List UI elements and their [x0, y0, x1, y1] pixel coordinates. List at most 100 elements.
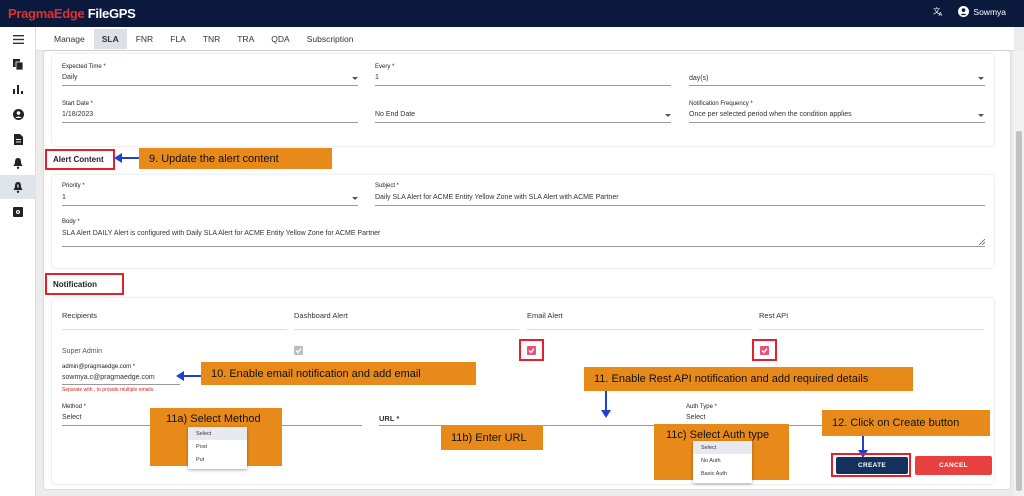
- end-date-underline: [375, 122, 671, 123]
- tab-fla[interactable]: FLA: [162, 29, 194, 49]
- header-rest-api: Rest API: [759, 311, 789, 320]
- header-underline: [294, 329, 519, 330]
- callout-9: 9. Update the alert content: [139, 148, 332, 169]
- unit-underline: [689, 85, 985, 86]
- arrow-down-icon: [601, 391, 611, 418]
- start-date-value[interactable]: 1/18/2023: [62, 111, 93, 118]
- highlight-alert-content: [45, 149, 115, 170]
- tab-sla[interactable]: SLA: [93, 28, 127, 49]
- notif-freq-label: Notification Frequency *: [689, 101, 753, 107]
- subject-label: Subject *: [375, 183, 400, 189]
- chevron-down-icon[interactable]: [352, 197, 358, 200]
- tab-tnr[interactable]: TNR: [195, 29, 228, 49]
- auth-type-dropdown[interactable]: Select No Auth Basic Auth: [693, 441, 752, 483]
- settings-box-icon[interactable]: [0, 200, 36, 224]
- tab-manage[interactable]: Manage: [46, 29, 93, 49]
- auth-option-select[interactable]: Select: [693, 441, 752, 454]
- tab-bar: Manage SLA FNR FLA TNR TRA QDA Subscript…: [36, 27, 1014, 51]
- tab-tra[interactable]: TRA: [229, 29, 262, 49]
- start-date-label: Start Date *: [62, 101, 94, 107]
- tab-qda[interactable]: QDA: [263, 29, 297, 49]
- method-dropdown[interactable]: Select Post Put: [188, 427, 247, 469]
- priority-label: Priority *: [62, 183, 85, 189]
- top-bar: PragmaEdge FileGPS 文A Sowmya: [0, 0, 1024, 27]
- email-hint: Separate with , to provide multiple emai…: [62, 387, 155, 393]
- user-name[interactable]: Sowmya: [973, 7, 1006, 17]
- end-date-value[interactable]: No End Date: [375, 111, 415, 118]
- highlight-rest-api: [752, 339, 777, 361]
- schedule-card: Expected Time * Daily Every * 1 day(s) S…: [52, 54, 994, 146]
- bell-icon[interactable]: [0, 151, 36, 175]
- method-option-put[interactable]: Put: [188, 453, 247, 466]
- header-underline: [62, 329, 287, 330]
- scrollbar-thumb[interactable]: [1016, 131, 1022, 491]
- header-dashboard-alert: Dashboard Alert: [294, 311, 348, 320]
- subject-underline: [375, 205, 985, 206]
- arrow-left-icon: [114, 153, 139, 163]
- every-underline: [375, 85, 671, 86]
- header-underline: [527, 329, 752, 330]
- user-avatar-icon[interactable]: [958, 6, 970, 17]
- auth-type-value[interactable]: Select: [686, 414, 705, 421]
- page-scrollbar[interactable]: [1014, 51, 1024, 496]
- chevron-down-icon[interactable]: [352, 77, 358, 80]
- app-logo[interactable]: PragmaEdge FileGPS: [8, 6, 136, 21]
- menu-icon[interactable]: [0, 27, 36, 51]
- bar-chart-icon[interactable]: [0, 77, 36, 101]
- chevron-down-icon[interactable]: [665, 114, 671, 117]
- highlight-notification: [45, 273, 124, 295]
- svg-text:A: A: [939, 12, 943, 17]
- header-email-alert: Email Alert: [527, 311, 563, 320]
- body-underline: [62, 246, 985, 247]
- callout-10: 10. Enable email notification and add em…: [201, 362, 476, 385]
- method-value[interactable]: Select: [62, 414, 81, 421]
- callout-11b: 11b) Enter URL: [441, 426, 543, 450]
- sidebar: [0, 27, 36, 496]
- subject-value[interactable]: Daily SLA Alert for ACME Entity Yellow Z…: [375, 194, 619, 201]
- files-icon[interactable]: [0, 52, 36, 76]
- callout-11: 11. Enable Rest API notification and add…: [584, 367, 913, 391]
- method-label: Method *: [62, 404, 87, 410]
- priority-underline: [62, 205, 358, 206]
- expected-time-value[interactable]: Daily: [62, 74, 78, 81]
- every-value[interactable]: 1: [375, 74, 379, 81]
- notif-freq-underline: [689, 122, 985, 123]
- email-value[interactable]: sowmya.c@pragmaedge.com: [62, 374, 155, 381]
- url-label: URL *: [379, 414, 400, 423]
- email-underline: [62, 384, 180, 385]
- every-label: Every *: [375, 64, 395, 70]
- chevron-down-icon[interactable]: [978, 114, 984, 117]
- alert-content-card: Priority * 1 Subject * Daily SLA Alert f…: [52, 175, 994, 268]
- callout-12: 12. Click on Create button: [822, 410, 990, 436]
- document-icon[interactable]: [0, 127, 36, 151]
- resize-handle-icon[interactable]: [979, 239, 985, 245]
- expected-time-underline: [62, 85, 358, 86]
- notif-freq-value[interactable]: Once per selected period when the condit…: [689, 111, 852, 118]
- dashboard-alert-checkbox[interactable]: [294, 346, 303, 355]
- tab-subscription[interactable]: Subscription: [299, 29, 362, 49]
- account-icon[interactable]: [0, 102, 36, 126]
- highlight-email-alert: [519, 339, 544, 361]
- tab-fnr[interactable]: FNR: [128, 29, 161, 49]
- priority-value[interactable]: 1: [62, 194, 66, 201]
- method-option-select[interactable]: Select: [188, 427, 247, 440]
- arrow-left-icon: [176, 371, 201, 381]
- unit-value[interactable]: day(s): [689, 75, 708, 82]
- auth-type-label: Auth Type *: [686, 404, 717, 410]
- expected-time-label: Expected Time *: [62, 64, 106, 70]
- auth-option-basic-auth[interactable]: Basic Auth: [693, 467, 752, 480]
- header-underline: [759, 329, 984, 330]
- email-label: admin@pragmaedge.com *: [62, 364, 136, 370]
- header-recipients: Recipients: [62, 311, 98, 320]
- body-label: Body *: [62, 219, 80, 225]
- start-date-underline: [62, 122, 358, 123]
- body-value[interactable]: SLA Alert DAILY Alert is configured with…: [62, 230, 380, 237]
- cancel-button[interactable]: CANCEL: [915, 456, 992, 475]
- check-icon: [295, 348, 302, 354]
- translate-icon[interactable]: 文A: [933, 6, 944, 17]
- method-option-post[interactable]: Post: [188, 440, 247, 453]
- chevron-down-icon[interactable]: [978, 77, 984, 80]
- recipient-super-admin: Super Admin: [62, 348, 103, 355]
- sla-alert-icon[interactable]: [0, 175, 36, 199]
- auth-option-no-auth[interactable]: No Auth: [693, 454, 752, 467]
